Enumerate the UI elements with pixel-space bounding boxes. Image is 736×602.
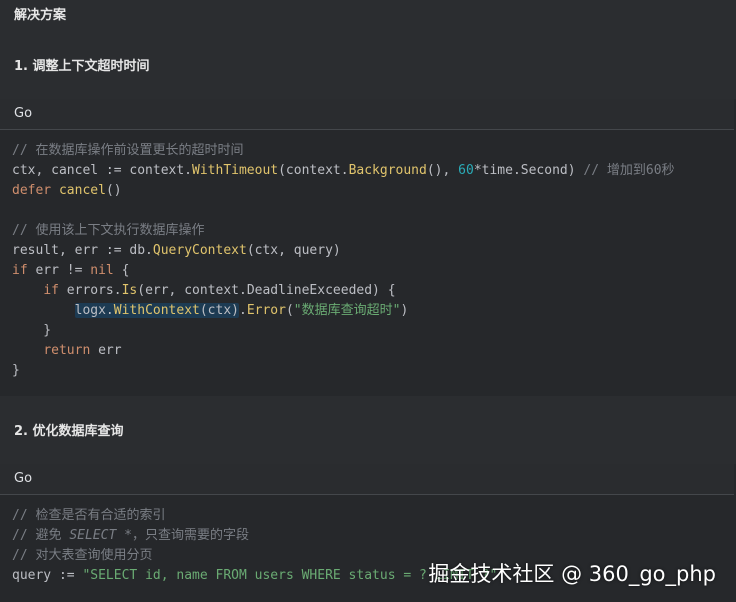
code-line: // 在数据库操作前设置更长的超时时间 (12, 143, 244, 158)
code-line: // 使用该上下文执行数据库操作 (12, 223, 205, 238)
code-line: // 对大表查询使用分页 (12, 548, 153, 563)
code-language-label: Go (0, 464, 734, 495)
code-line: if errors.Is(err, context.DeadlineExceed… (43, 283, 396, 298)
step2-heading: 2. 优化数据库查询 (14, 424, 124, 439)
code-line: result, err := db.QueryContext(ctx, quer… (12, 243, 341, 258)
code-line: logx.WithContext(ctx).Error("数据库查询超时") (74, 303, 409, 318)
section-title: 解决方案 (14, 8, 67, 23)
code-line: if err != nil { (12, 263, 130, 278)
code-line: return err (43, 343, 122, 358)
code-content: // 在数据库操作前设置更长的超时时间 ctx, cancel := conte… (0, 130, 736, 381)
code-language-label: Go (0, 99, 734, 130)
code-line: // 检查是否有合适的索引 (12, 508, 166, 523)
code-line: ctx, cancel := context.WithTimeout(conte… (12, 163, 675, 178)
code-line: query := "SELECT id, name FROM users WHE… (12, 568, 498, 583)
code-line: // 避免 SELECT *，只查询需要的字段 (12, 528, 249, 543)
watermark: 掘金技术社区 @ 360_go_php (428, 562, 716, 586)
code-block-1: Go // 在数据库操作前设置更长的超时时间 ctx, cancel := co… (0, 99, 736, 396)
code-line: } (12, 363, 20, 378)
step1-heading: 1. 调整上下文超时时间 (14, 59, 150, 74)
code-line: } (12, 323, 52, 338)
highlighted-selection: logx.WithContext(ctx) (74, 303, 239, 318)
code-line: defer cancel() (12, 183, 122, 198)
